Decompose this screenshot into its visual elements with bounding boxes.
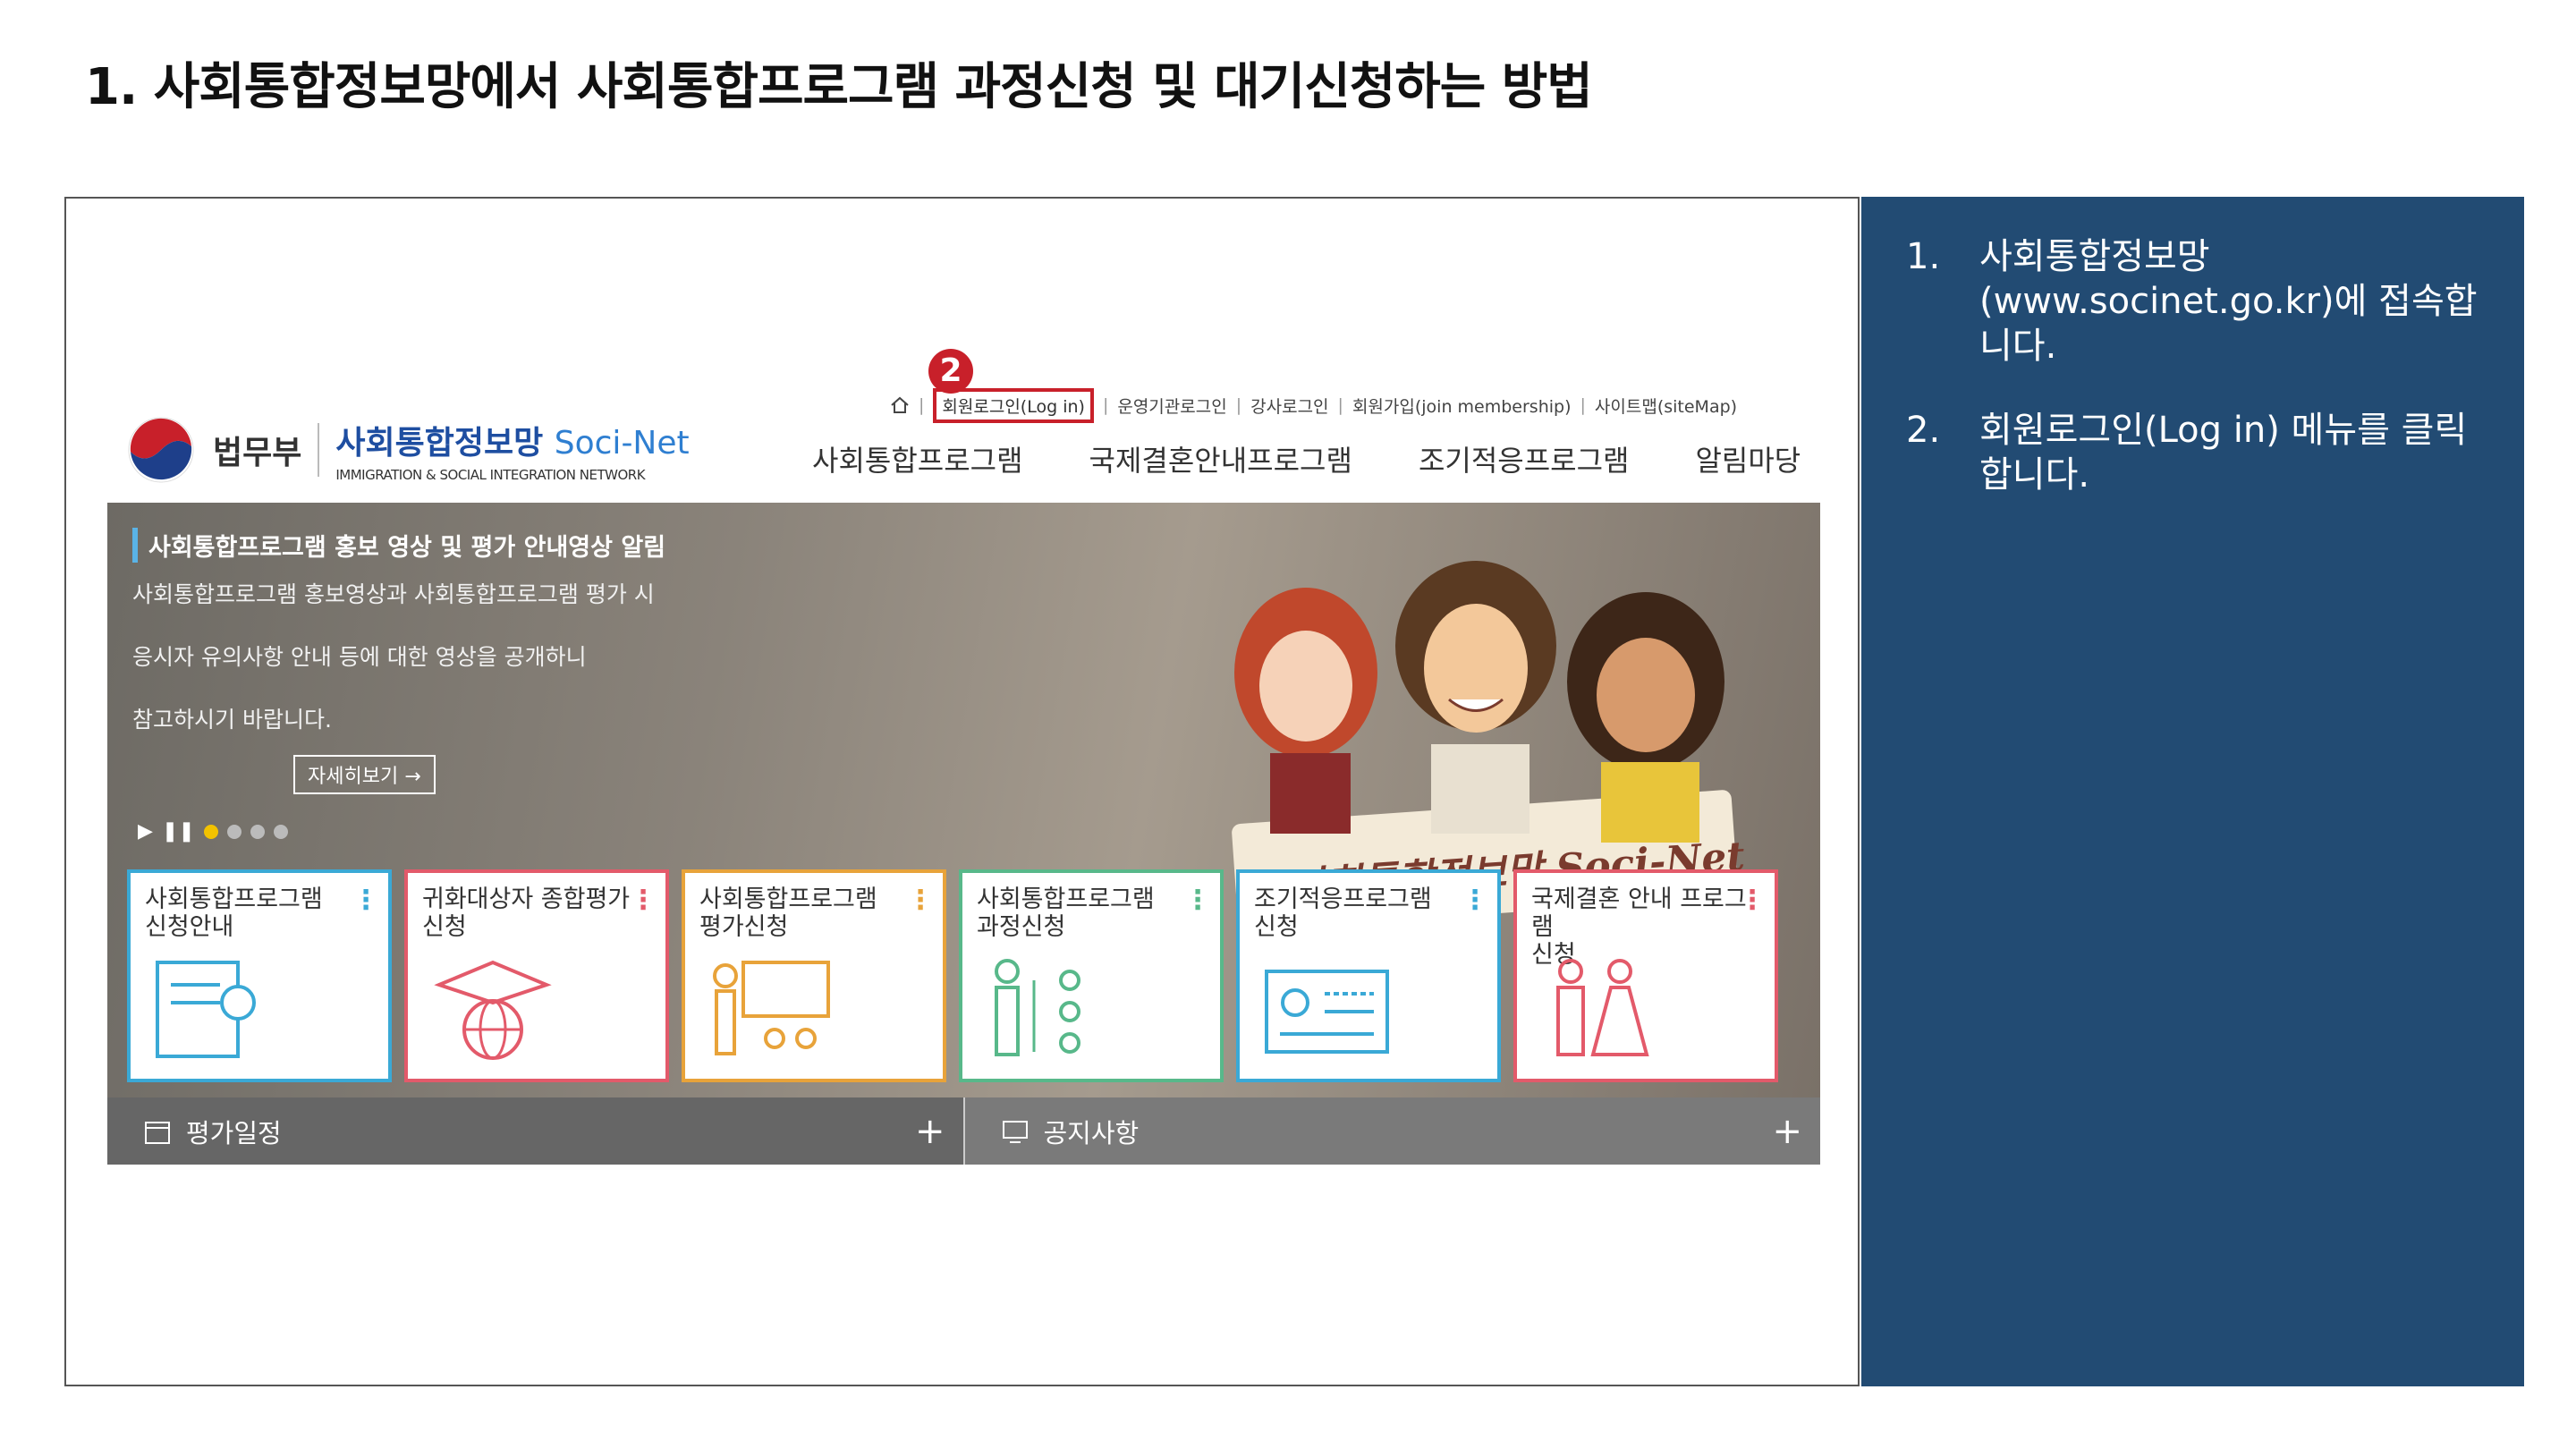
step-badge: 2	[928, 349, 973, 394]
tile-course-apply[interactable]: 사회통합프로그램 과정신청 ⋮	[959, 869, 1224, 1082]
main-nav: 사회통합프로그램 국제결혼안내프로그램 조기적응프로그램 알림마당	[812, 438, 1801, 479]
carousel-controls: ▶ ❚❚	[138, 820, 288, 843]
bottom-item-label: 평가일정	[186, 1117, 282, 1148]
join-link[interactable]: 회원가입(join membership)	[1352, 394, 1572, 418]
tile-label: 사회통합프로그램 평가신청	[699, 886, 877, 941]
brand-name: 사회통합정보망 Soci-Net	[335, 417, 689, 463]
logo-divider	[318, 423, 320, 477]
banner-headline: 사회통합프로그램 홍보 영상 및 평가 안내영상 알림	[132, 528, 665, 563]
plus-icon[interactable]: +	[1772, 1111, 1802, 1152]
util-separator: |	[1102, 395, 1109, 415]
pause-icon[interactable]: ❚❚	[162, 820, 195, 843]
nav-item-early-adaptation[interactable]: 조기적응프로그램	[1419, 438, 1630, 479]
brand-name-ko: 사회통합정보망	[335, 425, 544, 462]
tile-program-guide[interactable]: 사회통합프로그램 신청안내 ⋮	[127, 869, 392, 1082]
login-link[interactable]: 회원로그인(Log in)	[933, 387, 1094, 423]
more-icon: ⋮	[907, 885, 934, 916]
ministry-name: 법무부	[213, 435, 302, 471]
site-logo[interactable]: 법무부 사회통합정보망 Soci-Net IMMIGRATION & SOCIA…	[125, 410, 690, 490]
nav-item-social-integration[interactable]: 사회통합프로그램	[812, 438, 1023, 479]
utility-bar: | 회원로그인(Log in) | 운영기관로그인 | 강사로그인 | 회원가입…	[890, 387, 1737, 423]
quick-menu: 사회통합프로그램 신청안내 ⋮ 귀화대상자 종합평가 신청 ⋮ 사회통합프로그램…	[127, 869, 1778, 1082]
monitor-icon	[1002, 1120, 1028, 1143]
org-login-link[interactable]: 운영기관로그인	[1117, 394, 1226, 418]
sitemap-link[interactable]: 사이트맵(siteMap)	[1595, 394, 1737, 418]
carousel-dot[interactable]	[250, 824, 265, 839]
util-separator: |	[919, 395, 925, 415]
more-icon: ⋮	[352, 885, 379, 916]
util-separator: |	[1580, 395, 1586, 415]
tile-label: 사회통합프로그램 신청안내	[145, 886, 323, 941]
banner-text: 사회통합프로그램 홍보 영상 및 평가 안내영상 알림 사회통합프로그램 홍보영…	[132, 528, 665, 765]
step-text: 회원로그인(Log in) 메뉴를 클릭합니다.	[1979, 410, 2468, 496]
bottom-item-schedule[interactable]: 평가일정 +	[107, 1097, 963, 1165]
bottom-item-notices[interactable]: 공지사항 +	[962, 1097, 1820, 1165]
screenshot-frame: 2 | 회원로그인(Log in) | 운영기관로그인 | 강사로그인 | 회원…	[64, 197, 1860, 1386]
slide-title: 1. 사회통합정보망에서 사회통합프로그램 과정신청 및 대기신청하는 방법	[85, 58, 1593, 116]
carousel-dot[interactable]	[226, 824, 242, 839]
book-info-icon	[156, 961, 256, 1058]
bottom-bar: 평가일정 + 공지사항 +	[107, 1097, 1820, 1165]
nav-item-marriage-guide[interactable]: 국제결혼안내프로그램	[1089, 438, 1352, 479]
carousel-dot[interactable]	[273, 824, 288, 839]
step-text: 사회통합정보망 (www.socinet.go.kr)에 접속합니다.	[1979, 236, 2478, 367]
more-icon: ⋮	[1184, 885, 1211, 916]
tile-early-adaptation[interactable]: 조기적응프로그램 신청 ⋮	[1236, 869, 1501, 1082]
banner-line: 참고하시기 바랍니다.	[132, 707, 332, 733]
tile-exam-apply[interactable]: 사회통합프로그램 평가신청 ⋮	[682, 869, 946, 1082]
brand: 사회통합정보망 Soci-Net IMMIGRATION & SOCIAL IN…	[335, 417, 689, 483]
checklist-person-icon	[995, 959, 1080, 1056]
brand-subtitle: IMMIGRATION & SOCIAL INTEGRATION NETWORK	[335, 467, 646, 483]
instruction-step: 1. 사회통합정보망 (www.socinet.go.kr)에 접속합니다.	[1906, 234, 2479, 369]
instruction-step: 2. 회원로그인(Log in) 메뉴를 클릭합니다.	[1906, 408, 2479, 497]
step-number: 2.	[1906, 410, 1941, 451]
home-icon[interactable]	[890, 395, 910, 415]
banner-more-button[interactable]: 자세히보기 →	[293, 755, 436, 794]
graduation-globe-icon	[434, 960, 552, 1060]
carousel-dot[interactable]	[203, 824, 218, 839]
more-icon: ⋮	[630, 885, 657, 916]
tile-marriage-guide[interactable]: 국제결혼 안내 프로그램 신청 ⋮	[1513, 869, 1778, 1082]
tile-naturalization-exam[interactable]: 귀화대상자 종합평가 신청 ⋮	[404, 869, 669, 1082]
government-emblem-icon	[128, 417, 194, 483]
couple-icon	[1556, 959, 1649, 1056]
tile-label: 귀화대상자 종합평가 신청	[422, 886, 631, 941]
bottom-item-label: 공지사항	[1043, 1117, 1140, 1148]
tile-label: 조기적응프로그램 신청	[1254, 886, 1432, 941]
teacher-login-link[interactable]: 강사로그인	[1250, 394, 1328, 418]
main-banner: 사회통합프로그램 홍보 영상 및 평가 안내영상 알림 사회통합프로그램 홍보영…	[107, 503, 1820, 1097]
plus-icon[interactable]: +	[915, 1111, 945, 1152]
id-card-icon	[1265, 970, 1389, 1054]
banner-line: 응시자 유의사항 안내 등에 대한 영상을 공개하니	[132, 644, 587, 670]
banner-line: 사회통합프로그램 홍보영상과 사회통합프로그램 평가 시	[132, 581, 655, 607]
more-icon: ⋮	[1462, 885, 1488, 916]
play-icon[interactable]: ▶	[138, 820, 153, 843]
instruction-panel: 1. 사회통합정보망 (www.socinet.go.kr)에 접속합니다. 2…	[1861, 197, 2524, 1386]
brand-name-en: Soci-Net	[554, 425, 690, 462]
step-number: 1.	[1906, 236, 1941, 277]
tile-label: 사회통합프로그램 과정신청	[977, 886, 1155, 941]
more-icon: ⋮	[1739, 885, 1766, 916]
util-separator: |	[1337, 395, 1343, 415]
nav-item-notices[interactable]: 알림마당	[1695, 438, 1801, 479]
util-separator: |	[1235, 395, 1242, 415]
calendar-icon	[145, 1121, 170, 1144]
classroom-icon	[713, 961, 830, 1055]
